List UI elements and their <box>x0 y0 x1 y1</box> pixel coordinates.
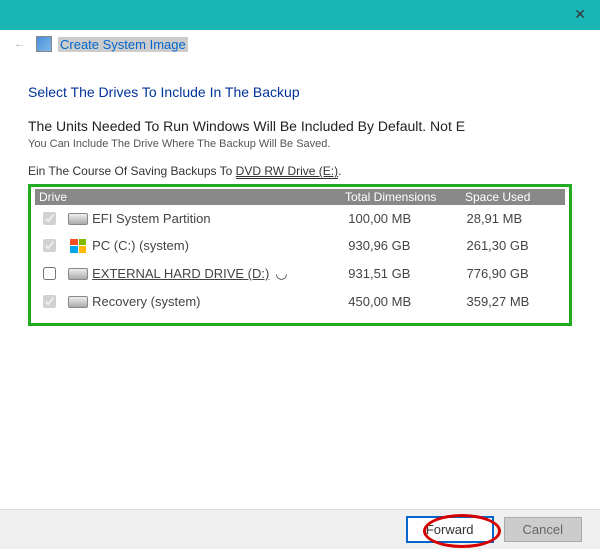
drive-name: EFI System Partition <box>92 211 348 226</box>
drive-checkbox[interactable] <box>43 267 56 280</box>
loading-spinner-icon: ◡ <box>275 265 287 282</box>
page-heading: Select The Drives To Include In The Back… <box>28 84 572 100</box>
drive-icon <box>68 268 88 280</box>
drive-checkbox[interactable] <box>43 212 56 225</box>
title-bar <box>0 0 600 30</box>
drive-total-size: 100,00 MB <box>348 211 466 226</box>
main-content: Select The Drives To Include In The Back… <box>28 84 572 326</box>
drive-used-size: 28,91 MB <box>466 211 565 226</box>
back-arrow-icon[interactable]: ← <box>14 38 25 50</box>
drive-checkbox[interactable] <box>43 239 56 252</box>
drive-icon <box>68 296 88 308</box>
table-row[interactable]: Recovery (system)450,00 MB359,27 MB <box>35 288 565 315</box>
description-subtext: You Can Include The Drive Where The Back… <box>28 138 572 150</box>
drive-used-size: 261,30 GB <box>466 238 565 253</box>
table-header: Drive Total Dimensions Space Used <box>35 189 565 205</box>
drive-used-size: 776,90 GB <box>466 266 565 281</box>
drive-checkbox[interactable] <box>43 295 56 308</box>
description-paragraph: The Units Needed To Run Windows Will Be … <box>28 118 572 134</box>
column-header-drive: Drive <box>35 190 345 204</box>
drive-total-size: 931,51 GB <box>348 266 466 281</box>
close-button[interactable]: ✕ <box>574 6 586 23</box>
drive-total-size: 450,00 MB <box>348 294 466 309</box>
saving-destination-link[interactable]: DVD RW Drive (E:) <box>236 164 338 179</box>
table-row[interactable]: EFI System Partition100,00 MB28,91 MB <box>35 205 565 232</box>
drive-total-size: 930,96 GB <box>348 238 466 253</box>
system-image-icon <box>36 36 52 52</box>
saving-prefix: Ein The Course Of Saving Backups To <box>28 164 236 178</box>
drive-icon <box>68 213 88 225</box>
column-header-total: Total Dimensions <box>345 190 465 204</box>
drive-name: EXTERNAL HARD DRIVE (D:)◡ <box>92 265 348 282</box>
windows-logo-icon <box>70 239 86 253</box>
window-title-row: Create System Image <box>36 36 188 52</box>
drives-table-highlight: Drive Total Dimensions Space Used EFI Sy… <box>28 184 572 326</box>
saving-suffix: . <box>338 164 341 178</box>
saving-destination-line: Ein The Course Of Saving Backups To DVD … <box>28 164 572 178</box>
forward-button[interactable]: Forward <box>406 516 494 543</box>
drive-name: Recovery (system) <box>92 294 348 309</box>
drive-used-size: 359,27 MB <box>466 294 565 309</box>
cancel-button[interactable]: Cancel <box>504 517 582 542</box>
column-header-used: Space Used <box>465 190 565 204</box>
window-title: Create System Image <box>58 37 188 52</box>
table-row[interactable]: PC (C:) (system)930,96 GB261,30 GB <box>35 232 565 259</box>
footer-bar: Forward Cancel <box>0 509 600 549</box>
table-body: EFI System Partition100,00 MB28,91 MBPC … <box>35 205 565 315</box>
drive-name: PC (C:) (system) <box>92 238 348 253</box>
table-row[interactable]: EXTERNAL HARD DRIVE (D:)◡931,51 GB776,90… <box>35 259 565 288</box>
